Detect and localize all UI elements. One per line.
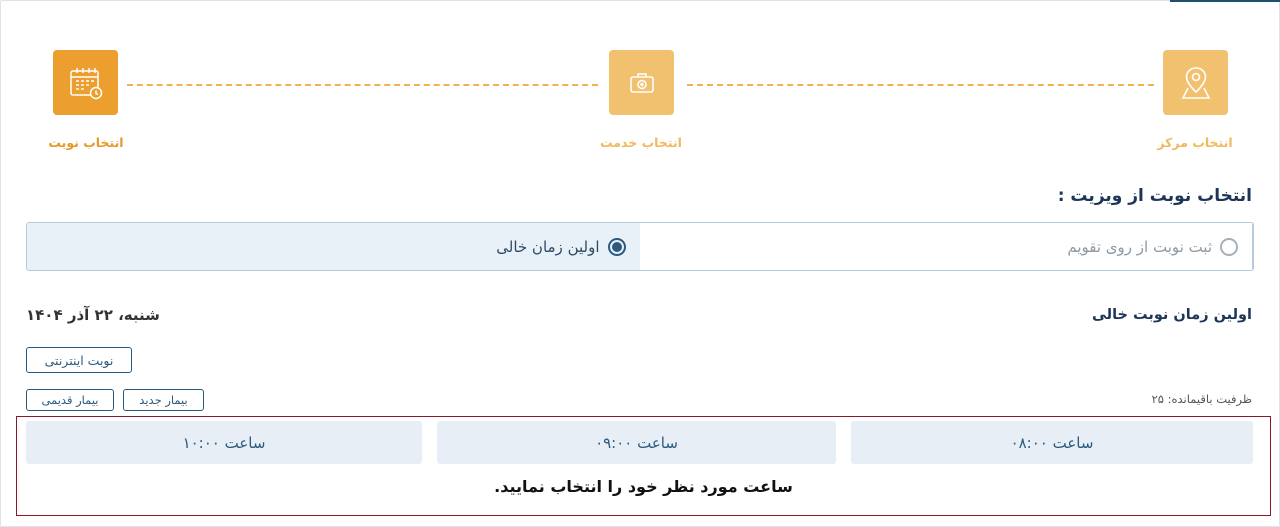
calendar-icon [69, 67, 102, 99]
stepper-connector [127, 84, 598, 86]
mode-first-free-label: اولین زمان خالی [496, 237, 600, 256]
step-center-label: انتخاب مرکز [1157, 135, 1233, 150]
step-service-label: انتخاب خدمت [600, 135, 682, 150]
time-slot-button[interactable]: ساعت ۰۹:۰۰ [437, 421, 836, 464]
mode-first-free-option[interactable]: اولین زمان خالی [27, 223, 640, 270]
first-slot-title: اولین زمان نوبت خالی [1091, 307, 1252, 323]
new-patient-button[interactable]: بیمار جدید [123, 389, 204, 411]
time-slot-button[interactable]: ساعت ۱۰:۰۰ [26, 421, 422, 464]
select-time-hint: ساعت مورد نظر خود را انتخاب نمایید. [494, 477, 793, 496]
section-title: انتخاب نوبت از ویزیت : [1057, 186, 1252, 206]
time-slot-button[interactable]: ساعت ۰۸:۰۰ [851, 421, 1253, 464]
radio-checked-icon [607, 237, 626, 256]
mode-calendar-label: ثبت نوبت از روی تقویم [1067, 237, 1212, 256]
top-accent-bar [1170, 0, 1280, 2]
step-appointment-label: انتخاب نوبت [48, 135, 124, 150]
radio-unchecked-icon [1220, 237, 1238, 256]
remaining-capacity: ظرفیت باقیمانده: ۲۵ [1151, 392, 1252, 406]
mode-calendar-option[interactable]: ثبت نوبت از روی تقویم [639, 223, 1253, 270]
appointment-mode-selector: اولین زمان خالی ثبت نوبت از روی تقویم [26, 222, 1254, 271]
step-appointment-box[interactable] [53, 50, 118, 115]
time-slots-container: ساعت ۰۸:۰۰ ساعت ۰۹:۰۰ ساعت ۱۰:۰۰ ساعت مو… [16, 416, 1271, 516]
old-patient-button[interactable]: بیمار قدیمی [26, 389, 114, 411]
medical-kit-icon [629, 72, 654, 93]
internet-appointment-tag[interactable]: نوبت اینترنتی [26, 347, 132, 373]
appointment-date: شنبه، ۲۲ آذر ۱۴۰۴ [26, 306, 160, 324]
step-service-box[interactable] [609, 50, 674, 115]
map-pin-icon [1181, 66, 1210, 99]
step-center-box[interactable] [1163, 50, 1228, 115]
stepper-connector [687, 84, 1154, 86]
